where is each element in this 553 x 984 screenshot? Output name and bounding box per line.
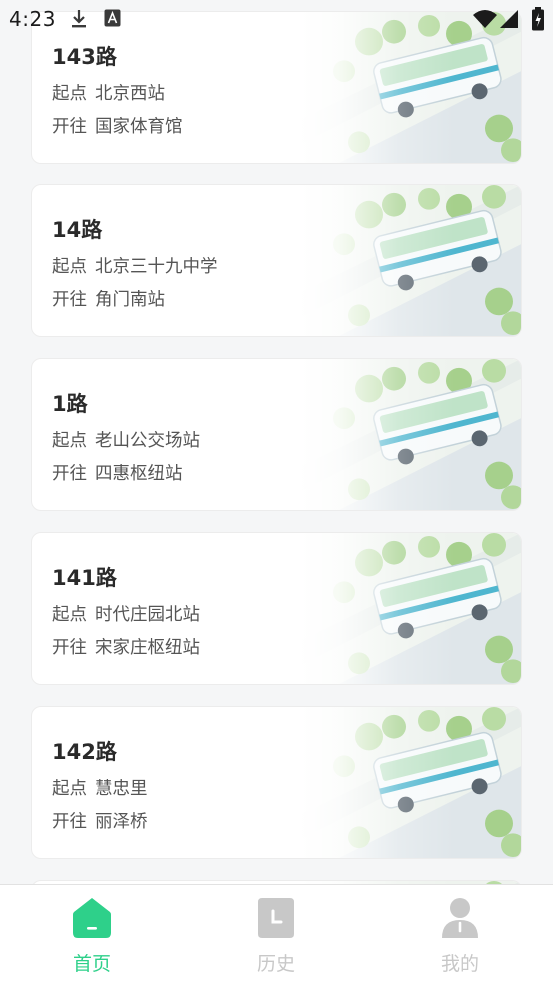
route-card[interactable]: 1路 起点 老山公交场站 开往 四惠枢纽站 <box>31 358 522 511</box>
route-destination: 开往 四惠枢纽站 <box>52 460 183 485</box>
route-name: 14路 <box>52 218 103 242</box>
destination-label: 开往 <box>52 464 87 484</box>
route-destination: 开往 国家体育馆 <box>52 113 183 138</box>
nav-mine-label: 我的 <box>440 953 479 975</box>
history-icon <box>258 898 294 938</box>
origin-stop: 北京三十九中学 <box>95 257 218 277</box>
origin-stop: 时代庄园北站 <box>95 605 200 625</box>
nav-history-label: 历史 <box>256 953 295 975</box>
origin-label: 起点 <box>52 431 87 451</box>
origin-label: 起点 <box>52 84 87 104</box>
destination-label: 开往 <box>52 638 87 658</box>
route-card[interactable]: 141路 起点 时代庄园北站 开往 宋家庄枢纽站 <box>31 532 522 685</box>
destination-stop: 四惠枢纽站 <box>95 464 183 484</box>
nav-history[interactable]: 历史 <box>184 885 368 984</box>
route-origin: 起点 北京西站 <box>52 80 165 105</box>
route-origin: 起点 慧忠里 <box>52 775 148 800</box>
bottom-nav: 首页 历史 我的 <box>0 884 553 984</box>
nav-home[interactable]: 首页 <box>0 885 184 984</box>
profile-icon <box>442 898 478 938</box>
route-destination: 开往 角门南站 <box>52 286 165 311</box>
nav-mine[interactable]: 我的 <box>368 885 552 984</box>
origin-label: 起点 <box>52 257 87 277</box>
route-destination: 开往 宋家庄枢纽站 <box>52 634 200 659</box>
destination-label: 开往 <box>52 812 87 832</box>
route-name: 1路 <box>52 392 88 416</box>
route-origin: 起点 老山公交场站 <box>52 427 200 452</box>
origin-label: 起点 <box>52 605 87 625</box>
route-name: 142路 <box>52 740 117 764</box>
destination-stop: 丽泽桥 <box>95 812 148 832</box>
route-name: 143路 <box>52 45 117 69</box>
route-origin: 起点 时代庄园北站 <box>52 601 200 626</box>
route-card[interactable]: 142路 起点 慧忠里 开往 丽泽桥 <box>31 706 522 859</box>
destination-label: 开往 <box>52 290 87 310</box>
route-card[interactable]: 143路 起点 北京西站 开往 国家体育馆 <box>31 11 522 164</box>
nav-home-label: 首页 <box>72 953 111 975</box>
origin-stop: 老山公交场站 <box>95 431 200 451</box>
route-origin: 起点 北京三十九中学 <box>52 253 218 278</box>
route-card[interactable]: 14路 起点 北京三十九中学 开往 角门南站 <box>31 184 522 337</box>
origin-stop: 慧忠里 <box>95 779 148 799</box>
route-name: 141路 <box>52 566 117 590</box>
destination-label: 开往 <box>52 117 87 137</box>
home-icon <box>73 898 111 938</box>
destination-stop: 宋家庄枢纽站 <box>95 638 200 658</box>
route-list: 143路 起点 北京西站 开往 国家体育馆 14路 起点 北京三十九中学 开往 … <box>0 0 553 884</box>
origin-stop: 北京西站 <box>95 84 165 104</box>
route-destination: 开往 丽泽桥 <box>52 808 148 833</box>
destination-stop: 角门南站 <box>95 290 165 310</box>
destination-stop: 国家体育馆 <box>95 117 183 137</box>
origin-label: 起点 <box>52 779 87 799</box>
